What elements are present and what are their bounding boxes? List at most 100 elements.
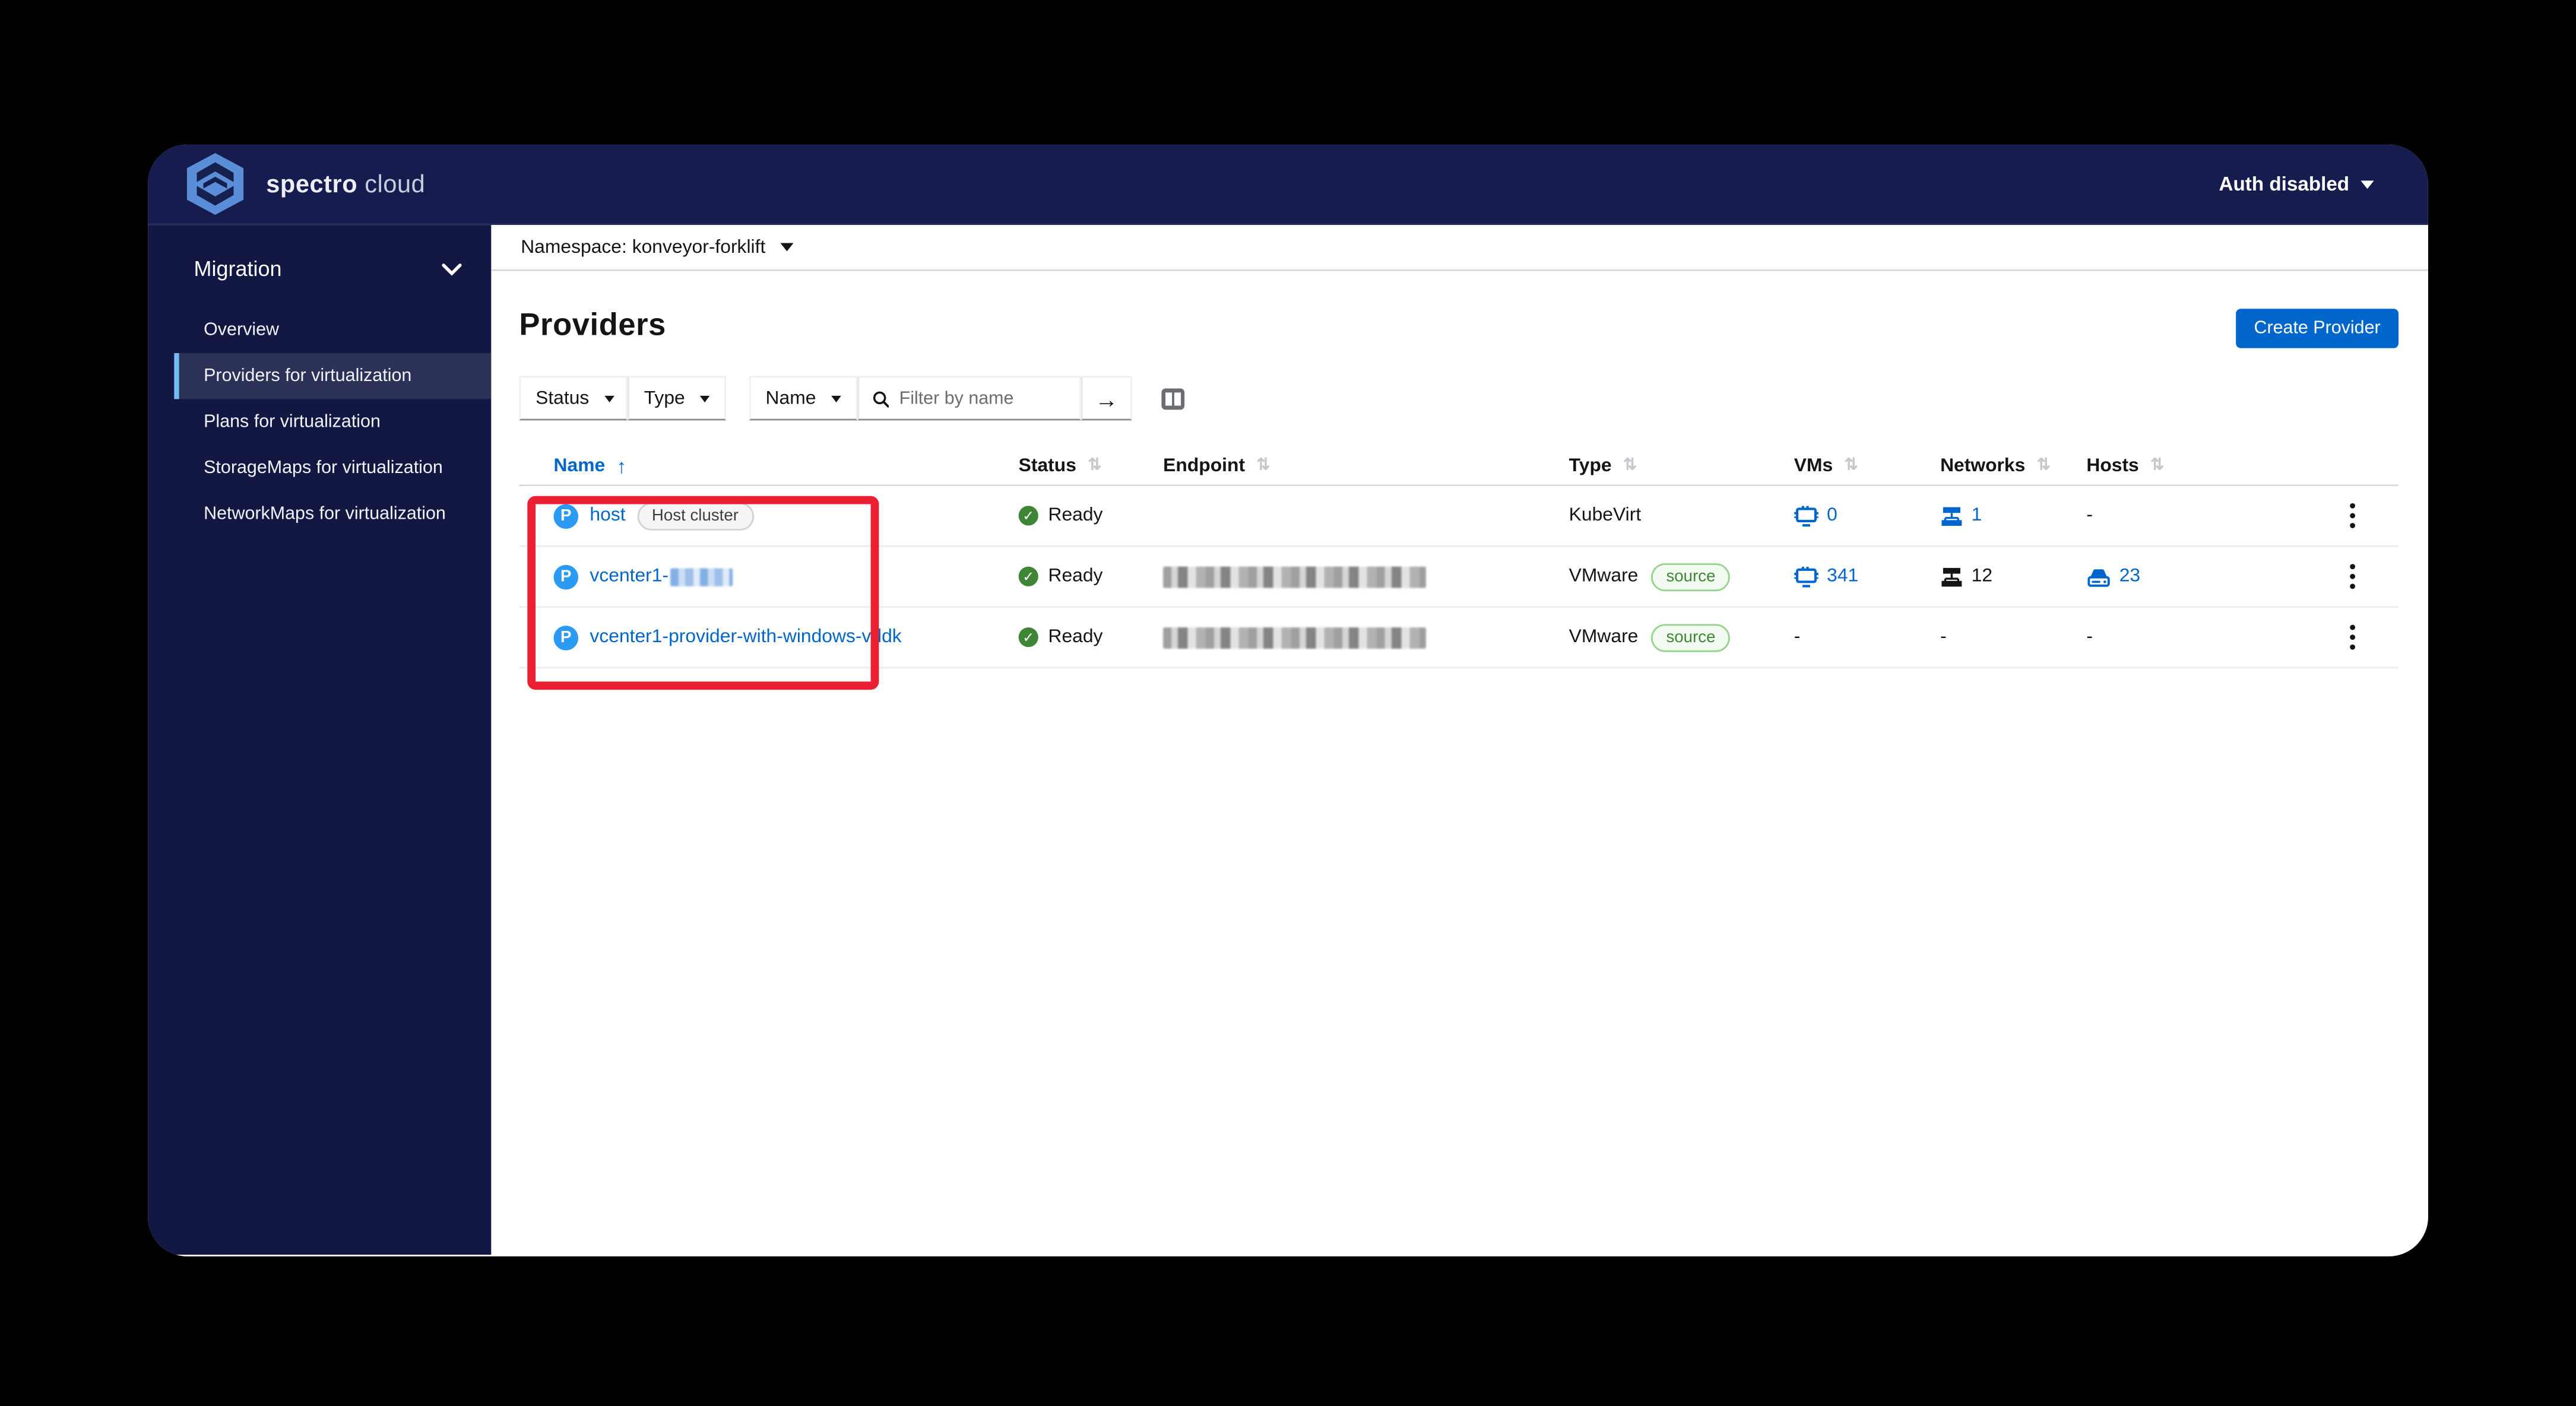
filter-search-box (857, 376, 1081, 421)
endpoint-cell (1163, 566, 1569, 588)
ready-check-icon: ✓ (1018, 627, 1038, 648)
create-provider-button[interactable]: Create Provider (2236, 309, 2399, 348)
source-badge: source (1651, 562, 1731, 591)
auth-menu[interactable]: Auth disabled (2219, 172, 2374, 196)
namespace-selector[interactable]: Namespace: konveyor-forklift (491, 225, 2428, 271)
filter-attribute-dropdown[interactable]: Name (749, 376, 858, 421)
kebab-menu-icon (2350, 564, 2356, 589)
redacted-name-suffix (670, 567, 733, 586)
row-actions-kebab[interactable] (2306, 563, 2398, 589)
sidebar-item-networkmaps-for-virtualization[interactable]: NetworkMaps for virtualization (174, 491, 491, 537)
column-header-hosts[interactable]: Hosts ⇅ (2086, 456, 2251, 475)
manage-columns-button[interactable] (1160, 385, 1186, 411)
ready-check-icon: ✓ (1018, 506, 1038, 526)
chevron-down-icon (699, 395, 710, 402)
redacted-endpoint (1163, 566, 1426, 588)
sort-icon: ⇅ (2036, 456, 2051, 475)
column-header-networks[interactable]: Networks ⇅ (1940, 456, 2086, 475)
vms-count-link[interactable]: 341 (1827, 567, 1858, 586)
vms-cell: - (1794, 627, 1801, 648)
host-cluster-badge: Host cluster (636, 502, 753, 530)
sort-icon: ⇅ (1088, 456, 1102, 475)
search-icon (873, 391, 889, 407)
sidebar-nav-list: Overview Providers for virtualization Pl… (174, 307, 492, 537)
sort-icon: ⇅ (1623, 456, 1637, 475)
type-filter-label: Type (644, 388, 685, 408)
type-text: VMware (1569, 627, 1639, 648)
networks-count: 12 (1971, 566, 1993, 586)
network-icon (1941, 567, 1962, 586)
chevron-down-icon (831, 395, 841, 402)
hosts-cell: - (2086, 506, 2093, 526)
filter-attribute-label: Name (765, 388, 816, 408)
status-text: Ready (1048, 566, 1103, 586)
table-row-vcenter1: P vcenter1- ✓ Ready VMware source 341 12… (519, 547, 2399, 608)
status-filter-label: Status (536, 388, 590, 408)
network-icon (1941, 506, 1962, 525)
stage: spectro cloud Auth disabled Migration Ov… (0, 0, 2576, 1406)
host-icon (2087, 568, 2110, 586)
chevron-down-icon (2360, 180, 2374, 188)
filter-by-name-input[interactable] (899, 388, 1066, 408)
hosts-cell: - (2086, 627, 2093, 648)
row-actions-kebab[interactable] (2306, 624, 2398, 650)
auth-label: Auth disabled (2219, 172, 2350, 196)
brand-bold: spectro (266, 170, 358, 198)
provider-icon: P (553, 624, 579, 650)
endpoint-cell (1163, 626, 1569, 648)
brand-light: cloud (365, 170, 426, 198)
main-content: Namespace: konveyor-forklift Providers C… (491, 225, 2428, 1255)
row-actions-kebab[interactable] (2306, 503, 2398, 529)
table-row-vcenter1-provider-with-windows-vddk: P vcenter1-provider-with-windows-vddk ✓ … (519, 608, 2399, 669)
status-text: Ready (1048, 506, 1103, 526)
sidebar-group-label: Migration (194, 256, 282, 281)
status-text: Ready (1048, 627, 1103, 648)
provider-link-vcenter1-provider-with-windows-vddk[interactable]: vcenter1-provider-with-windows-vddk (590, 627, 901, 647)
redacted-endpoint (1163, 626, 1426, 648)
providers-table: Name ↑ Status ⇅ Endpoint ⇅ Type ⇅ VMs ⇅ … (519, 447, 2399, 669)
column-header-status[interactable]: Status ⇅ (1019, 456, 1164, 475)
networks-count-link[interactable]: 1 (1972, 506, 1982, 525)
status-type-filter-group: Status Type (519, 376, 727, 421)
chevron-down-icon (780, 243, 794, 252)
brand: spectro cloud (180, 151, 425, 217)
chevron-down-icon (604, 395, 614, 402)
table-row-host: P host Host cluster ✓ Ready KubeVirt 0 1… (519, 486, 2399, 547)
type-text: KubeVirt (1569, 506, 1642, 526)
networks-cell: - (1940, 627, 1947, 648)
kebab-menu-icon (2350, 624, 2356, 650)
top-navbar: spectro cloud Auth disabled (148, 144, 2428, 226)
provider-link-host[interactable]: host (590, 506, 625, 525)
filter-toolbar: Status Type Name Filter by name → (519, 376, 2398, 421)
ready-check-icon: ✓ (1018, 566, 1038, 586)
apply-filter-button[interactable]: → (1081, 376, 1132, 421)
spectro-cloud-logo-icon (186, 153, 244, 215)
hosts-count-link[interactable]: 23 (2119, 567, 2140, 586)
kebab-menu-icon (2350, 503, 2356, 528)
sidebar-item-providers-for-virtualization[interactable]: Providers for virtualization (174, 353, 492, 399)
column-header-vms[interactable]: VMs ⇅ (1794, 456, 1940, 475)
column-header-endpoint[interactable]: Endpoint ⇅ (1163, 456, 1569, 475)
type-filter-dropdown[interactable]: Type (628, 376, 727, 421)
namespace-label: Namespace: konveyor-forklift (521, 237, 766, 258)
sort-icon: ⇅ (2150, 456, 2165, 475)
provider-link-vcenter1[interactable]: vcenter1- (590, 567, 733, 586)
sidebar-item-overview[interactable]: Overview (174, 307, 491, 353)
name-search-group: Name → (749, 376, 1132, 421)
chevron-down-icon (442, 262, 462, 275)
provider-icon: P (553, 503, 579, 528)
column-header-name[interactable]: Name ↑ (519, 454, 1018, 477)
sidebar: Migration Overview Providers for virtual… (148, 225, 492, 1255)
type-text: VMware (1569, 566, 1639, 586)
provider-icon: P (553, 564, 579, 589)
status-filter-dropdown[interactable]: Status (519, 376, 628, 421)
sidebar-group-migration[interactable]: Migration (148, 246, 491, 291)
vm-icon (1794, 505, 1818, 526)
brand-text: spectro cloud (266, 170, 425, 198)
app-window: spectro cloud Auth disabled Migration Ov… (148, 144, 2428, 1256)
sidebar-item-plans-for-virtualization[interactable]: Plans for virtualization (174, 399, 491, 445)
sidebar-item-storagemaps-for-virtualization[interactable]: StorageMaps for virtualization (174, 445, 491, 491)
vms-count-link[interactable]: 0 (1827, 506, 1837, 525)
column-header-type[interactable]: Type ⇅ (1569, 456, 1794, 475)
sort-icon: ⇅ (1256, 456, 1270, 475)
